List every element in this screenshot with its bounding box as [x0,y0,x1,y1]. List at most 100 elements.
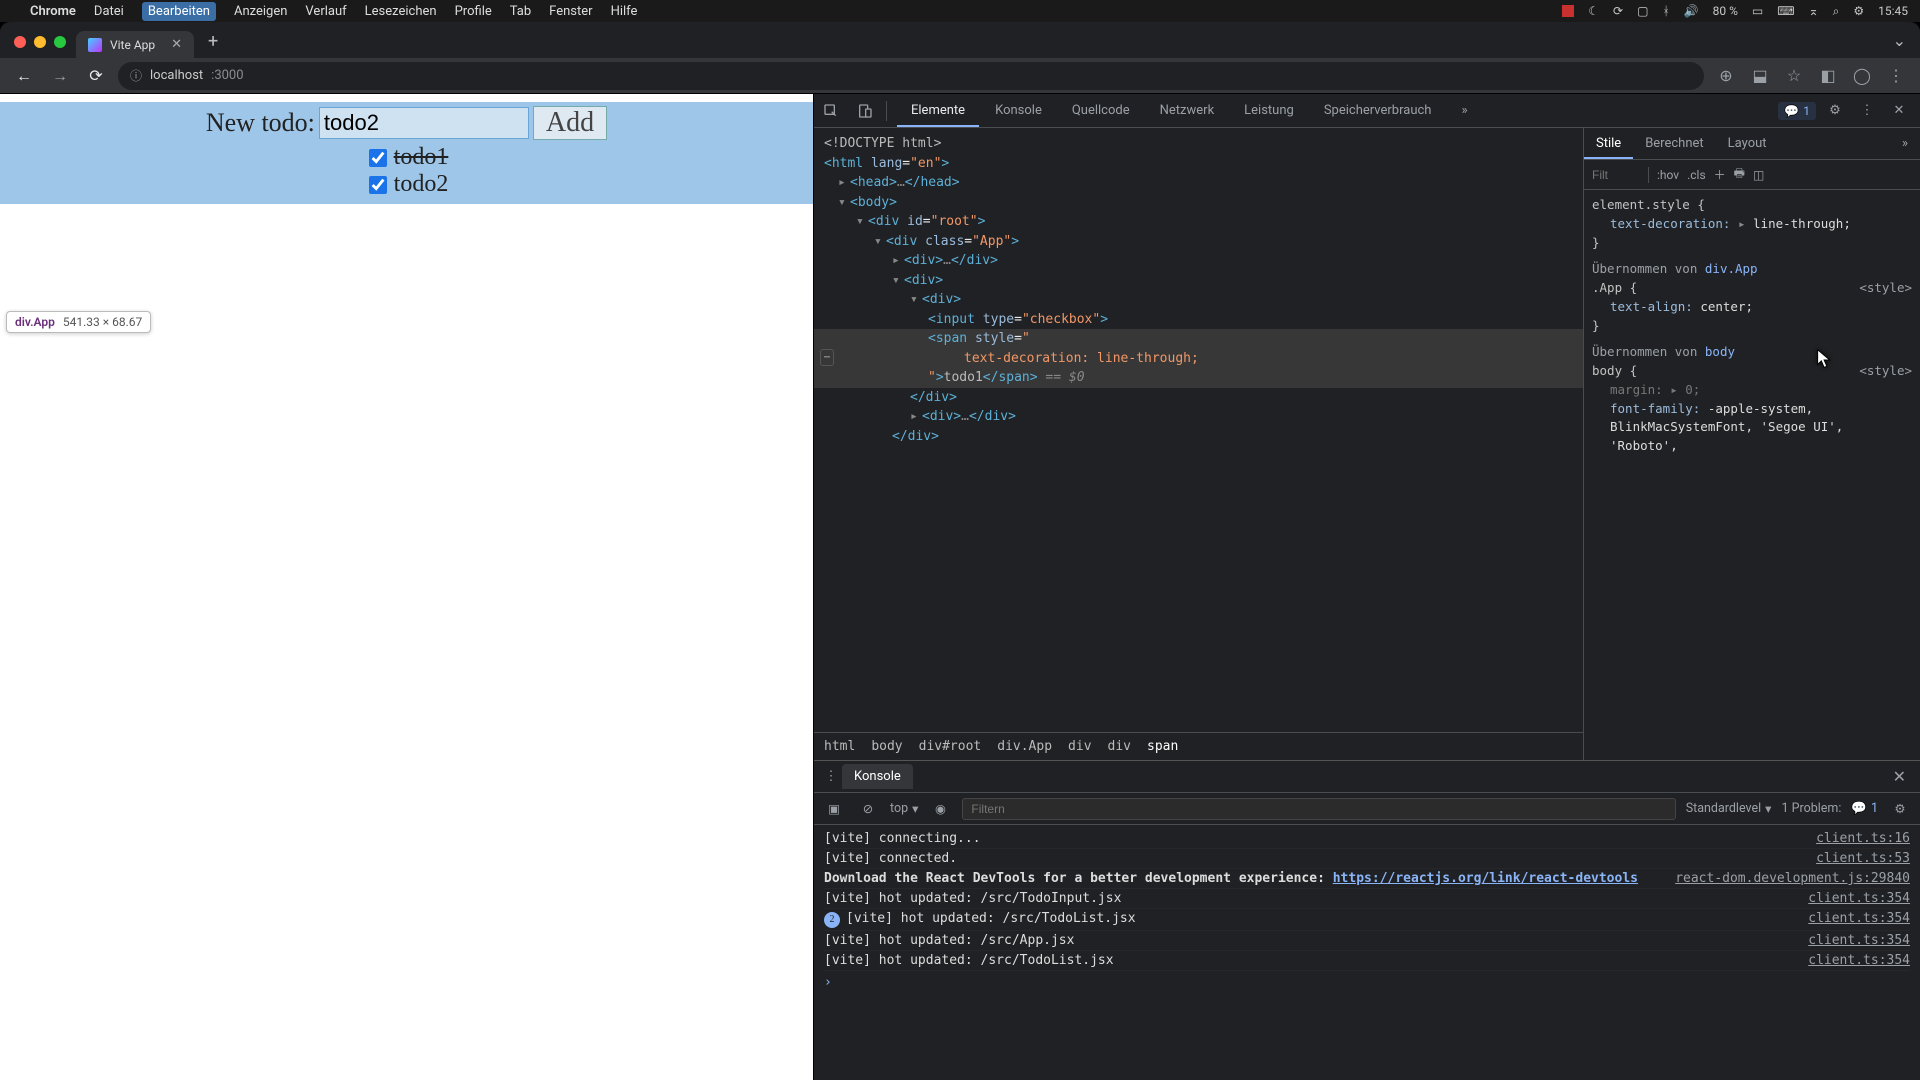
recording-icon[interactable] [1562,5,1574,17]
console-issue-count[interactable]: 💬 1 [1851,801,1878,816]
console-sidebar-toggle[interactable]: ▣ [822,801,846,817]
inspect-element-button[interactable] [814,94,848,128]
url-port: :3000 [211,68,243,83]
drawer-menu-button[interactable]: ⋮ [820,769,842,784]
clock[interactable]: 15:45 [1878,4,1908,18]
minimize-window-button[interactable] [34,36,46,48]
install-icon[interactable]: ⬓ [1746,62,1774,90]
styles-rules[interactable]: element.style { text-decoration: ▸ line-… [1584,190,1920,760]
address-bar[interactable]: ⓘ localhost :3000 [118,62,1704,90]
devtools-tab-sources[interactable]: Quellcode [1058,95,1144,127]
sync-icon[interactable]: ⟳ [1613,4,1623,18]
forward-button[interactable]: → [46,62,74,90]
browser-tab[interactable]: Vite App ✕ [76,31,194,58]
tab-close-button[interactable]: ✕ [171,37,182,52]
inherited-link[interactable]: body [1705,344,1735,359]
inherited-link[interactable]: div.App [1705,261,1758,276]
close-window-button[interactable] [14,36,26,48]
todo-checkbox[interactable] [369,176,387,194]
devtools-close-button[interactable]: ✕ [1886,103,1912,118]
mac-menu-item[interactable]: Hilfe [611,4,638,19]
console-drawer: ⋮ Konsole ✕ ▣ ⊘ top ▾ ◉ Standardlevel ▾ … [814,760,1920,1080]
back-button[interactable]: ← [10,62,38,90]
maximize-window-button[interactable] [54,36,66,48]
mac-menubar: Chrome Datei Bearbeiten Anzeigen Verlauf… [0,0,1920,22]
console-level-selector[interactable]: Standardlevel ▾ [1686,801,1772,817]
bluetooth-icon[interactable]: ᚼ [1662,4,1669,18]
bookmark-icon[interactable]: ☆ [1780,62,1808,90]
drawer-close-button[interactable]: ✕ [1885,767,1914,786]
mac-menu-item[interactable]: Datei [94,4,124,19]
dom-tree[interactable]: <!DOCTYPE html> <html lang="en"> ▸<head>… [814,128,1583,732]
tab-favicon [88,38,102,52]
live-expression-button[interactable]: ◉ [928,801,952,817]
dnd-icon[interactable]: ☾ [1588,4,1599,18]
styles-panel: Stile Berechnet Layout » :hov .cls ＋ 🖶 ◫ [1584,128,1920,760]
mac-menu-item[interactable]: Anzeigen [234,4,287,19]
site-info-icon[interactable]: ⓘ [130,67,142,84]
cls-toggle[interactable]: .cls [1687,168,1706,182]
url-host: localhost [150,68,203,83]
add-button[interactable]: Add [533,106,607,140]
computed-toggle-icon[interactable]: ◫ [1753,168,1764,182]
console-output[interactable]: [vite] connecting...client.ts:16[vite] c… [814,825,1920,1080]
reload-button[interactable]: ⟳ [82,62,110,90]
devtools-tab-network[interactable]: Netzwerk [1146,95,1229,127]
chrome-tab-strip: Vite App ✕ + ⌄ [0,22,1920,58]
tab-overflow-button[interactable]: ⌄ [1879,31,1920,58]
todo-text: todo2 [394,171,449,198]
volume-icon[interactable]: 🔊 [1684,4,1699,18]
styles-tab-styles[interactable]: Stile [1584,129,1633,159]
todo-checkbox[interactable] [369,149,387,167]
keyboard-icon[interactable]: ⌨ [1777,4,1794,18]
rendered-page: New todo: Add todo1 todo2 div.App [0,94,813,1080]
console-clear-button[interactable]: ⊘ [856,801,880,817]
console-settings-button[interactable]: ⚙ [1888,801,1912,817]
mac-menu-item[interactable]: Bearbeiten [142,2,216,21]
styles-more-tabs[interactable]: » [1890,129,1920,159]
control-center-icon[interactable]: ⚙ [1853,4,1864,18]
new-todo-input[interactable] [319,107,529,139]
device-toolbar-button[interactable] [848,94,882,128]
devtools-tab-more[interactable]: » [1447,95,1481,127]
devtools-tab-console[interactable]: Konsole [981,95,1056,127]
mac-app-name[interactable]: Chrome [30,4,76,19]
profile-icon[interactable]: ◯ [1848,62,1876,90]
new-style-rule-button[interactable]: ＋ [1714,166,1726,183]
search-icon[interactable]: ⌕ [1833,4,1840,19]
battery-icon[interactable]: ▭ [1752,4,1763,18]
devtools-settings-button[interactable]: ⚙ [1822,103,1848,118]
inspect-highlight: New todo: Add todo1 todo2 [0,102,813,204]
console-filter-input[interactable] [962,798,1675,820]
drawer-tab-console[interactable]: Konsole [842,764,913,789]
dom-ellipsis-icon[interactable]: ⋯ [820,349,834,366]
print-icon[interactable]: 🖶 [1734,164,1745,185]
inspect-tooltip: div.App 541.33 × 68.67 [6,311,151,333]
devtools-tab-performance[interactable]: Leistung [1230,95,1308,127]
devtools-menu-button[interactable]: ⋮ [1854,103,1880,118]
dom-breadcrumb[interactable]: html body div#root div.App div div span [814,732,1583,760]
battery-text: 80 % [1713,4,1738,18]
styles-tab-computed[interactable]: Berechnet [1633,129,1715,159]
mac-menu-item[interactable]: Tab [510,4,531,19]
mac-menu-item[interactable]: Verlauf [305,4,346,19]
devtools-tab-elements[interactable]: Elemente [897,95,979,127]
console-context-selector[interactable]: top ▾ [890,801,918,817]
chrome-menu-button[interactable]: ⋮ [1882,62,1910,90]
wifi-icon[interactable]: ⌅ [1809,4,1819,18]
mac-menu-item[interactable]: Profile [455,4,492,19]
new-todo-label: New todo: [206,108,315,138]
new-tab-button[interactable]: + [194,31,232,58]
display-icon[interactable]: ▢ [1637,4,1648,18]
sidepanel-icon[interactable]: ◧ [1814,62,1842,90]
issues-badge[interactable]: 💬 1 [1778,102,1816,120]
devtools-tabbar: Elemente Konsole Quellcode Netzwerk Leis… [814,94,1920,128]
mac-menu-item[interactable]: Lesezeichen [365,4,437,19]
devtools-tab-memory[interactable]: Speicherverbrauch [1310,95,1446,127]
tooltip-dimensions: 541.33 × 68.67 [63,315,142,329]
styles-tab-layout[interactable]: Layout [1716,129,1779,159]
hov-toggle[interactable]: :hov [1657,168,1679,182]
styles-filter-input[interactable] [1590,167,1640,183]
mac-menu-item[interactable]: Fenster [549,4,592,19]
zoom-icon[interactable]: ⊕ [1712,62,1740,90]
